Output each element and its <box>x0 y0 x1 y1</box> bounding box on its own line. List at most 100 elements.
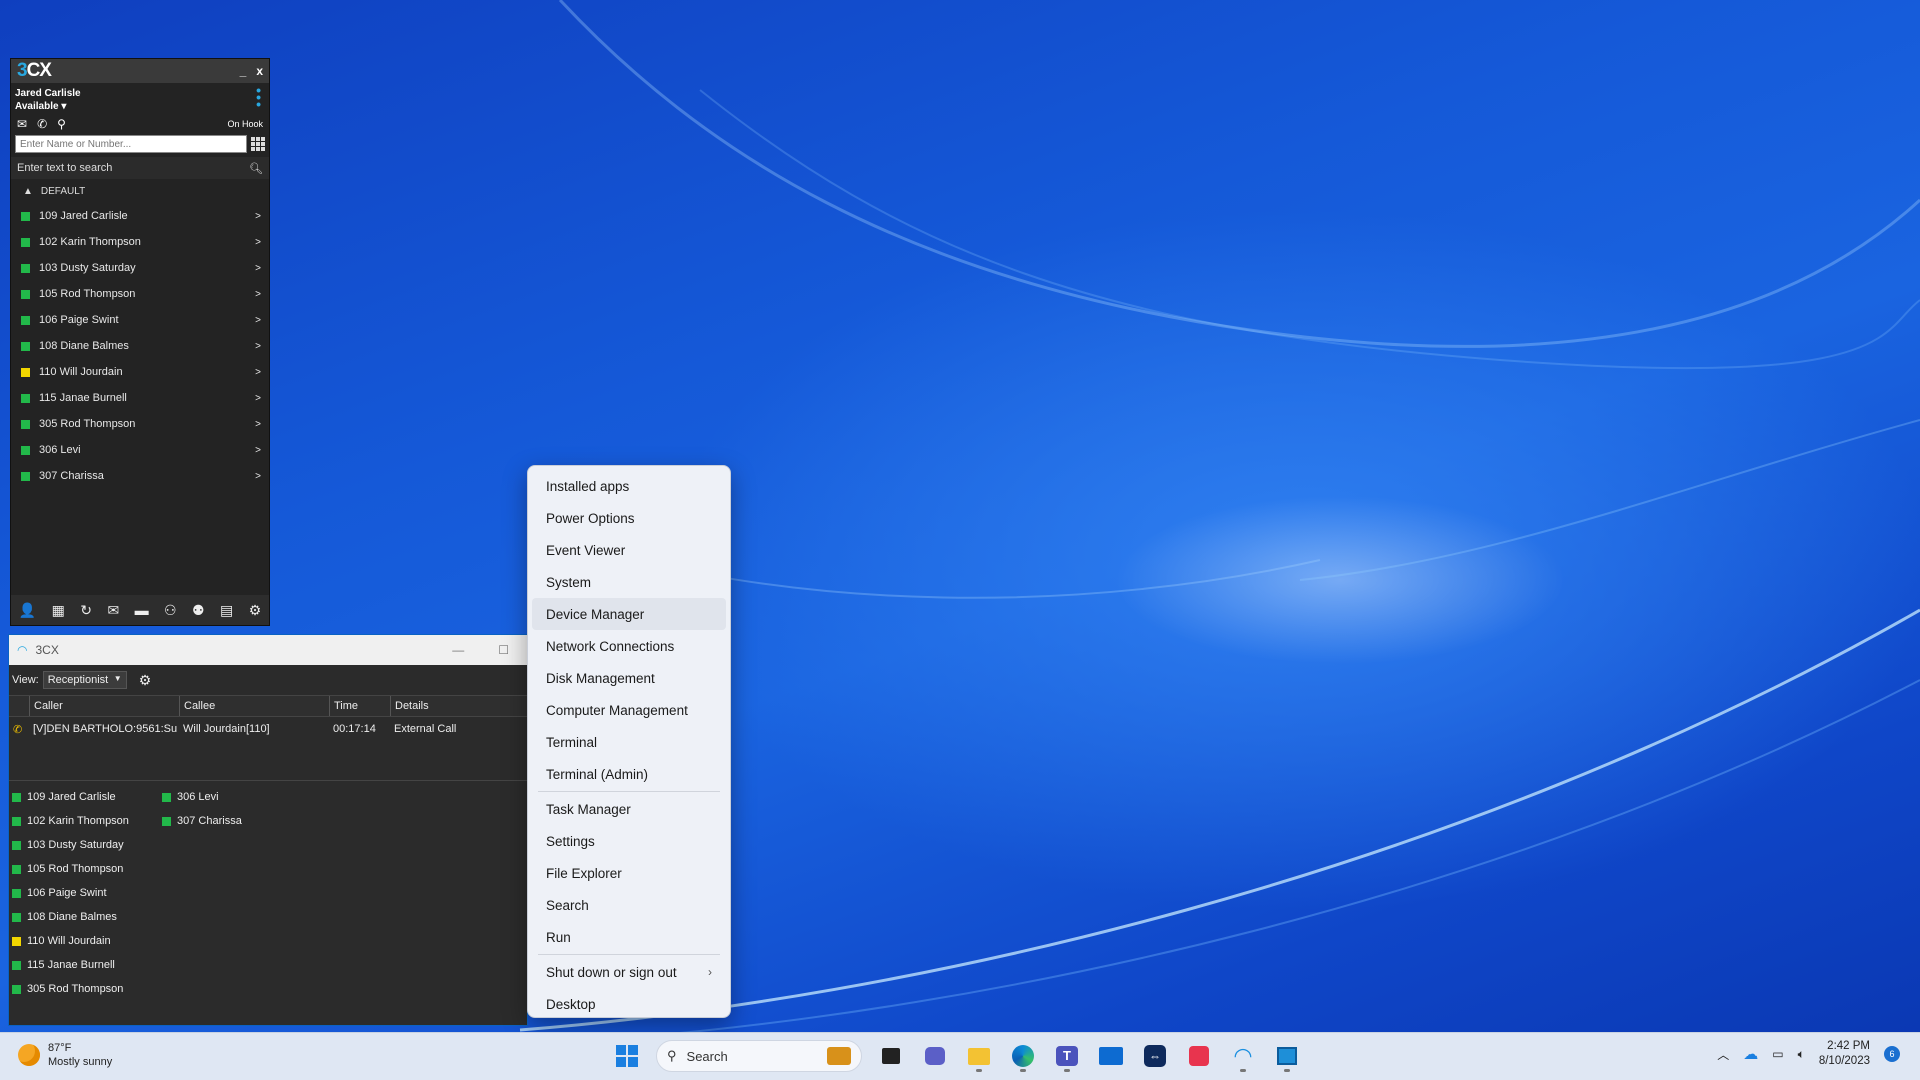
chevron-right-icon[interactable]: > <box>255 237 261 248</box>
contact-item[interactable]: 306 Levi > <box>11 437 269 463</box>
menu-item-file-explorer[interactable]: File Explorer <box>532 857 726 889</box>
maximize-button[interactable]: ☐ <box>498 643 509 657</box>
contact-item[interactable]: 103 Dusty Saturday > <box>11 255 269 281</box>
menu-item-task-manager[interactable]: Task Manager <box>532 793 726 825</box>
start-button[interactable] <box>612 1040 642 1072</box>
3cx-phone-window[interactable]: 3CX _ x Jared Carlisle Available ▾ • • • ✉… <box>10 58 270 626</box>
contact-item[interactable]: 110 Will Jourdain > <box>11 359 269 385</box>
show-hidden-icons-icon[interactable]: ︿ <box>1717 1046 1729 1063</box>
search-icon[interactable]: 🔍︎ <box>249 162 263 175</box>
chevron-right-icon[interactable]: > <box>255 211 261 222</box>
chevron-right-icon[interactable]: > <box>255 341 261 352</box>
extension-item[interactable]: 115 Janae Burnell <box>12 953 162 977</box>
desktop[interactable]: { "phone": { "app_name": "3CX", "minimiz… <box>0 0 1920 1080</box>
chevron-right-icon[interactable]: > <box>255 367 261 378</box>
menu-item-event-viewer[interactable]: Event Viewer <box>532 534 726 566</box>
chevron-right-icon[interactable]: > <box>255 315 261 326</box>
teamviewer-icon[interactable]: ⇔ <box>1140 1040 1170 1072</box>
status-dropdown[interactable]: Available ▾ <box>15 100 265 113</box>
panel-icon[interactable]: ▤ <box>220 602 233 619</box>
clock[interactable]: 2:42 PM 8/10/2023 <box>1819 1039 1870 1069</box>
menu-item-terminal-admin[interactable]: Terminal (Admin) <box>532 758 726 790</box>
dialpad-icon[interactable] <box>251 137 265 151</box>
edge-icon[interactable] <box>1008 1040 1038 1072</box>
menu-item-settings[interactable]: Settings <box>532 825 726 857</box>
onedrive-icon[interactable]: ☁ <box>1743 1045 1758 1063</box>
group-header[interactable]: ▲ DEFAULT <box>11 179 269 203</box>
menu-item-system[interactable]: System <box>532 566 726 598</box>
search-icon[interactable]: ⚲ <box>57 117 66 131</box>
dialpad-icon[interactable]: ▦ <box>52 602 65 619</box>
menu-item-computer-management[interactable]: Computer Management <box>532 694 726 726</box>
dial-input[interactable] <box>15 135 247 153</box>
chevron-right-icon[interactable]: > <box>255 471 261 482</box>
settings-icon[interactable]: ⚙ <box>139 672 152 689</box>
group-icon[interactable]: ⚉ <box>192 602 205 619</box>
menu-item-desktop[interactable]: Desktop <box>532 988 726 1020</box>
column-details[interactable]: Details <box>390 696 527 716</box>
teams-chat-icon[interactable] <box>920 1040 950 1072</box>
history-icon[interactable]: ↻ <box>80 602 92 619</box>
contacts-icon[interactable]: 👤 <box>19 602 36 619</box>
close-button[interactable]: x <box>256 64 263 78</box>
notification-badge[interactable]: 6 <box>1884 1046 1900 1062</box>
teams-icon[interactable]: T <box>1052 1040 1082 1072</box>
mail-icon[interactable]: ✉ <box>17 117 27 131</box>
contact-item[interactable]: 109 Jared Carlisle > <box>11 203 269 229</box>
3cx-icon[interactable]: ◠ <box>1228 1040 1258 1072</box>
extension-item[interactable]: 305 Rod Thompson <box>12 977 162 1001</box>
contact-item[interactable]: 108 Diane Balmes > <box>11 333 269 359</box>
conference-icon[interactable]: ⚇ <box>164 602 177 619</box>
contact-item[interactable]: 307 Charissa > <box>11 463 269 489</box>
file-explorer-icon[interactable] <box>964 1040 994 1072</box>
menu-item-installed-apps[interactable]: Installed apps <box>532 470 726 502</box>
network-icon[interactable]: ▭ <box>1772 1047 1783 1061</box>
contact-item[interactable]: 102 Karin Thompson > <box>11 229 269 255</box>
contact-item[interactable]: 115 Janae Burnell > <box>11 385 269 411</box>
pdf-icon[interactable] <box>1184 1040 1214 1072</box>
weather-widget[interactable]: 87°F Mostly sunny <box>18 1041 112 1069</box>
collapse-icon[interactable]: ▲ <box>23 186 33 197</box>
assistant-titlebar[interactable]: ◠ 3CX — ☐ <box>9 635 527 665</box>
volume-icon[interactable]: 🔈︎ <box>1798 1047 1805 1062</box>
menu-item-power-options[interactable]: Power Options <box>532 502 726 534</box>
extension-item[interactable]: 108 Diane Balmes <box>12 905 162 929</box>
task-view-icon[interactable] <box>876 1040 906 1072</box>
extension-item[interactable]: 110 Will Jourdain <box>12 929 162 953</box>
menu-item-network-connections[interactable]: Network Connections <box>532 630 726 662</box>
chevron-right-icon[interactable]: > <box>255 263 261 274</box>
mail-icon[interactable] <box>1096 1040 1126 1072</box>
contact-item[interactable]: 305 Rod Thompson > <box>11 411 269 437</box>
menu-item-shut-down-or-sign-out[interactable]: Shut down or sign out › <box>532 956 726 988</box>
chevron-right-icon[interactable]: > <box>255 289 261 300</box>
chevron-right-icon[interactable]: > <box>255 445 261 456</box>
extension-item[interactable]: 109 Jared Carlisle <box>12 785 162 809</box>
taskbar-search[interactable]: ⚲ Search <box>656 1040 862 1072</box>
menu-item-device-manager[interactable]: Device Manager <box>532 598 726 630</box>
app-icon[interactable] <box>1272 1040 1302 1072</box>
minimize-button[interactable]: _ <box>240 64 247 78</box>
minimize-button[interactable]: — <box>452 643 464 657</box>
contact-item[interactable]: 105 Rod Thompson > <box>11 281 269 307</box>
extension-item[interactable]: 103 Dusty Saturday <box>12 833 162 857</box>
menu-item-search[interactable]: Search <box>532 889 726 921</box>
contact-item[interactable]: 106 Paige Swint > <box>11 307 269 333</box>
column-callee[interactable]: Callee <box>179 696 329 716</box>
menu-item-terminal[interactable]: Terminal <box>532 726 726 758</box>
extension-item[interactable]: 105 Rod Thompson <box>12 857 162 881</box>
column-caller[interactable]: Caller <box>29 696 179 716</box>
settings-icon[interactable]: ⚙ <box>249 602 262 619</box>
phone-titlebar[interactable]: 3CX _ x <box>11 59 269 83</box>
phone-icon[interactable]: ✆ <box>37 117 47 131</box>
extension-item[interactable]: 102 Karin Thompson <box>12 809 162 833</box>
extension-item[interactable]: 306 Levi <box>162 785 312 809</box>
menu-item-disk-management[interactable]: Disk Management <box>532 662 726 694</box>
chat-icon[interactable]: ▬ <box>135 602 149 618</box>
voicemail-icon[interactable]: ✉ <box>107 602 119 619</box>
extension-item[interactable]: 307 Charissa <box>162 809 312 833</box>
chevron-right-icon[interactable]: > <box>255 393 261 404</box>
extension-item[interactable]: 106 Paige Swint <box>12 881 162 905</box>
contact-search[interactable]: Enter text to search 🔍︎ <box>11 157 269 179</box>
chevron-right-icon[interactable]: > <box>255 419 261 430</box>
table-row[interactable]: ✆ [V]DEN BARTHOLO:9561:Su Will Jourdain[… <box>9 717 527 741</box>
